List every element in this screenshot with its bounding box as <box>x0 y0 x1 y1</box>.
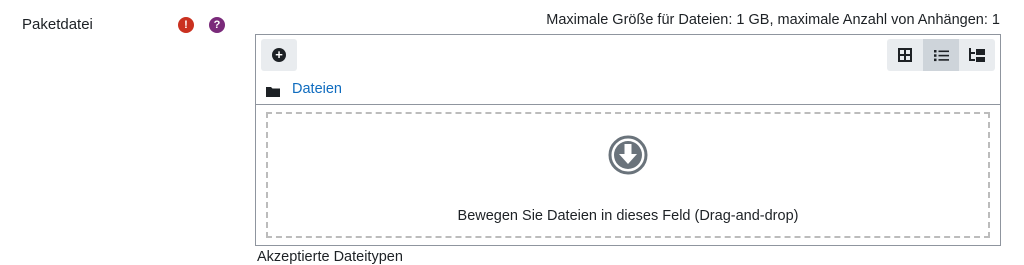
folder-link-dateien[interactable]: Dateien <box>292 81 342 97</box>
list-icon <box>933 49 949 61</box>
divider <box>256 104 1000 105</box>
add-file-button[interactable]: + <box>261 39 297 71</box>
plus-circle-icon: + <box>272 48 286 62</box>
filepicker: + Dateien Bewegen Sie Dateien in dieses … <box>255 34 1001 246</box>
folder-icon <box>266 84 280 97</box>
grid-icon <box>898 48 912 62</box>
tree-view-button[interactable] <box>959 39 995 71</box>
arrow-circle-down-icon <box>608 135 648 175</box>
list-view-button[interactable] <box>923 39 959 71</box>
breadcrumb: Dateien <box>266 79 342 99</box>
icons-view-button[interactable] <box>887 39 923 71</box>
filepicker-toolbar: + <box>256 35 1000 75</box>
next-field-label: Akzeptierte Dateitypen <box>257 249 403 265</box>
field-label: Paketdatei <box>22 16 93 33</box>
tree-icon <box>969 48 985 62</box>
help-icon[interactable]: ? <box>209 17 225 33</box>
view-switcher <box>887 39 995 71</box>
file-limits-text: Maximale Größe für Dateien: 1 GB, maxima… <box>546 12 1000 28</box>
drop-zone[interactable]: Bewegen Sie Dateien in dieses Feld (Drag… <box>266 112 990 238</box>
drop-zone-text: Bewegen Sie Dateien in dieses Feld (Drag… <box>457 208 799 224</box>
required-icon: ! <box>178 17 194 33</box>
